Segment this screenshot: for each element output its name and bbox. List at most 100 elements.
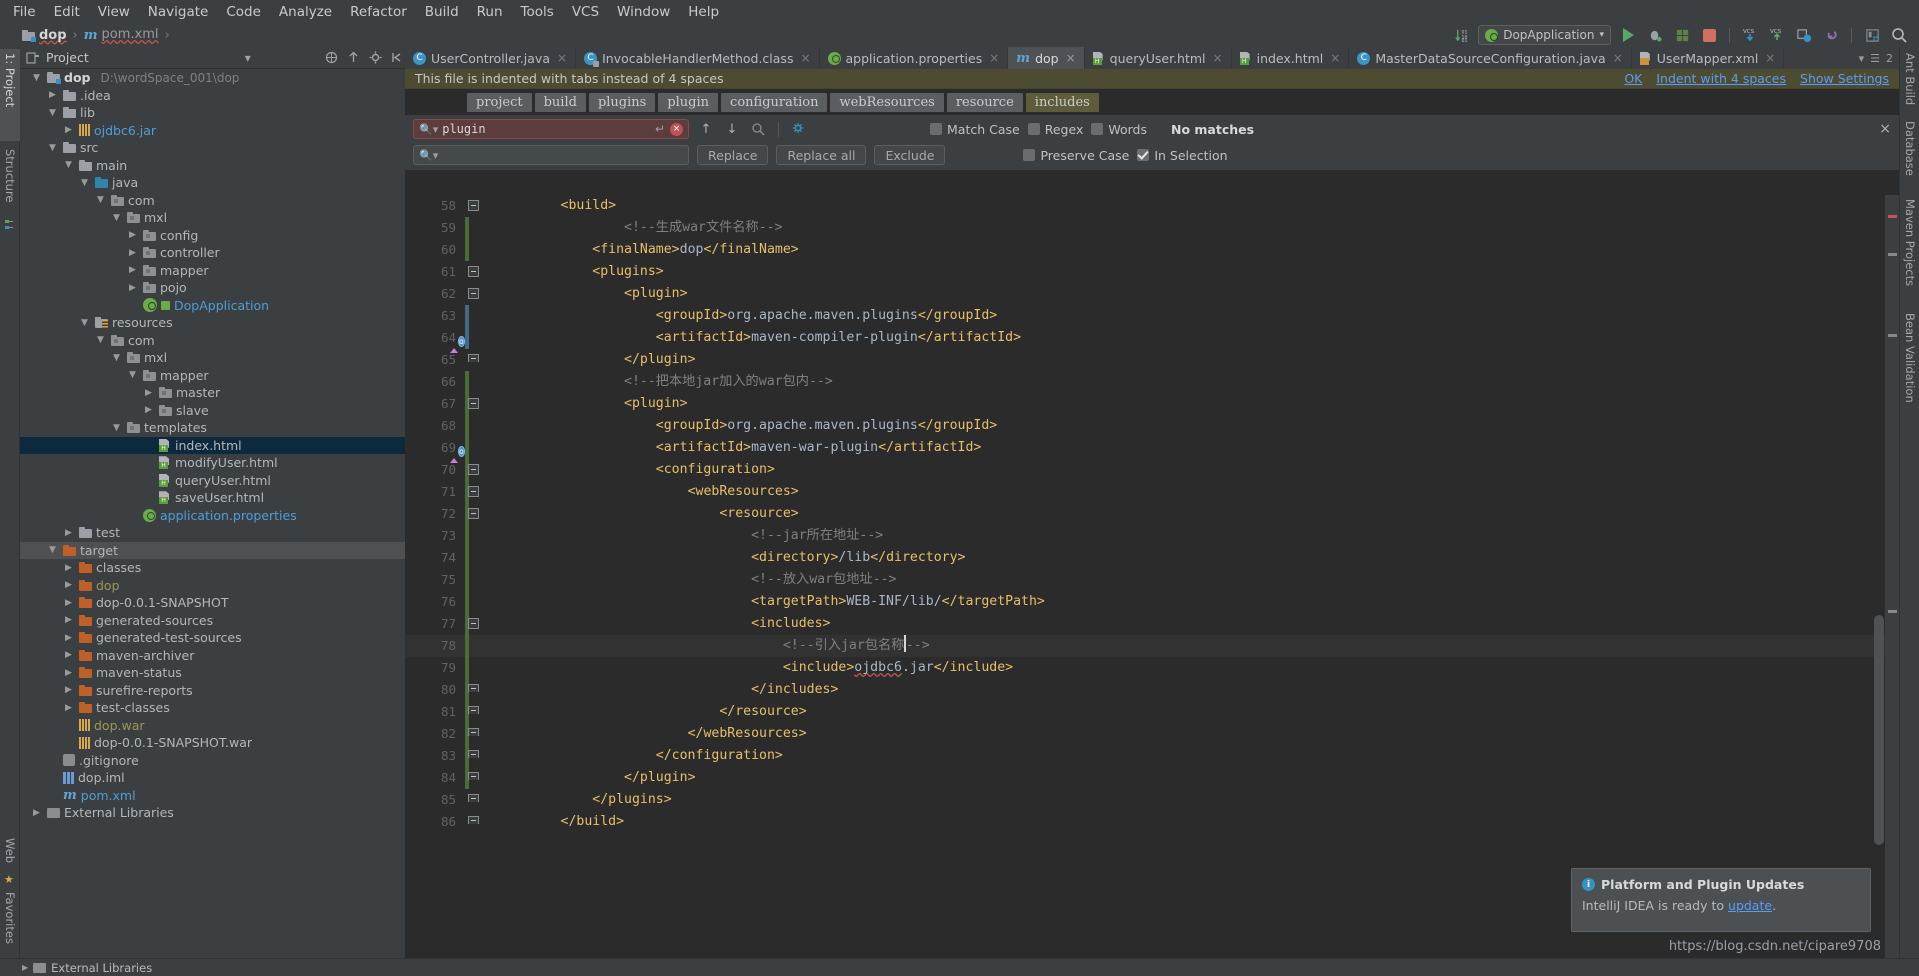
replace-button[interactable]: Replace [697,145,769,165]
code-line[interactable]: 66 <!--把本地jar加入的war包内--> [405,371,1899,393]
tree-row[interactable]: DopApplication [20,297,405,315]
code-line[interactable]: 69 o <artifactId>maven-war-plugin</artifa… [405,437,1899,463]
fold-collapse-icon[interactable] [468,398,479,409]
fold-gutter[interactable] [465,239,481,261]
code-line[interactable]: 85 </plugins> [405,789,1899,811]
tree-row[interactable]: ▶ test [20,524,405,542]
fold-gutter[interactable] [465,745,481,767]
run-icon[interactable] [1618,25,1638,45]
chevron-down-icon[interactable]: ▾ [1859,52,1865,65]
fold-gutter[interactable] [465,437,481,459]
fold-gutter[interactable] [465,195,481,217]
fold-collapse-icon[interactable] [468,464,479,475]
run-gutter-marker[interactable]: o [448,440,465,463]
vcs-commit-icon[interactable]: VCS [1767,25,1787,45]
code-line[interactable]: 74 <directory>/lib</directory> [405,547,1899,569]
code-line[interactable]: 84 </plugin> [405,767,1899,789]
tree-row[interactable]: ▶ mapper [20,262,405,280]
fold-gutter[interactable] [465,349,481,371]
tree-row[interactable]: ▶ pojo [20,279,405,297]
tree-row[interactable]: ▶ ojdbc6.jar [20,122,405,140]
chevron-right-icon[interactable]: ▶ [62,577,75,594]
tree-row[interactable]: ▼ dop D:\wordSpace_001\dop [20,69,405,87]
tree-row[interactable]: ▶ config [20,227,405,245]
close-tab-icon[interactable]: × [1613,51,1623,65]
tree-row[interactable]: ▶ .idea [20,87,405,105]
chevron-right-icon[interactable]: ▶ [126,227,139,244]
fold-gutter[interactable] [465,503,481,525]
tree-row[interactable]: ▼ com [20,332,405,350]
close-tab-icon[interactable]: × [1066,51,1076,65]
chevron-down-icon[interactable]: ▼ [94,332,107,349]
fold-end-icon[interactable] [468,750,479,758]
tool-tab-database[interactable]: Database [1900,117,1919,183]
stop-icon[interactable] [1699,25,1719,45]
tree-row-selected[interactable]: index.html [20,436,405,454]
code-line[interactable]: 60 <finalName>dop</finalName> [405,239,1899,261]
chevron-down-icon[interactable]: ▼ [62,157,75,174]
clear-search-icon[interactable]: × [670,122,683,136]
close-tab-icon[interactable]: × [1213,51,1223,65]
fold-gutter[interactable] [465,415,481,437]
find-prev-icon[interactable]: ↑ [697,120,715,138]
fold-gutter[interactable] [465,811,481,833]
chevron-down-icon[interactable]: ▾ [240,50,256,66]
fold-gutter[interactable] [465,261,481,283]
error-stripe[interactable] [1885,195,1899,958]
code-line[interactable]: 81 </resource> [405,701,1899,723]
tree-row[interactable]: saveUser.html [20,489,405,507]
chevron-down-icon[interactable]: ▼ [94,192,107,209]
run-coverage-icon[interactable] [1672,25,1692,45]
menu-code[interactable]: Code [217,2,270,22]
close-tab-icon[interactable]: × [1765,51,1775,65]
fold-gutter[interactable] [465,525,481,547]
exclude-button[interactable]: Exclude [874,145,946,165]
fold-collapse-icon[interactable] [468,486,479,497]
tree-row[interactable]: modifyUser.html [20,454,405,472]
tree-row[interactable]: ▶ surefire-reports [20,682,405,700]
code-line[interactable]: 86 </build> [405,811,1899,833]
xml-breadcrumb-chip-includes[interactable]: includes [1025,92,1099,112]
chevron-right-icon[interactable]: ▶ [126,244,139,261]
code-line[interactable]: 64 o <artifactId>maven-compiler-plugin</a… [405,327,1899,353]
chevron-down-icon[interactable]: ▼ [126,367,139,384]
fold-end-icon[interactable] [468,772,479,780]
chevron-right-icon[interactable]: ▶ [62,699,75,716]
chevron-right-icon[interactable]: ▶ [62,629,75,646]
tree-row[interactable]: .gitignore [20,752,405,770]
fold-gutter[interactable] [465,767,481,789]
tree-row[interactable]: queryUser.html [20,472,405,490]
editor-tab-usercontroller-java[interactable]: C UserController.java × [405,47,577,69]
gear-icon[interactable] [367,50,383,66]
code-line[interactable]: 82 </webResources> [405,723,1899,745]
fold-collapse-icon[interactable] [468,288,479,299]
chevron-right-icon[interactable]: ▶ [62,647,75,664]
tree-row[interactable]: ▼ src [20,139,405,157]
fold-gutter[interactable] [465,789,481,811]
tree-row[interactable]: ▶ controller [20,244,405,262]
tree-row[interactable]: ▶ maven-archiver [20,647,405,665]
xml-breadcrumb-chip-webresources[interactable]: webResources [830,92,944,112]
fold-end-icon[interactable] [468,706,479,714]
chevron-right-icon[interactable]: ▶ [142,384,155,401]
tree-row[interactable]: ▼ target [20,541,405,559]
close-tab-icon[interactable]: × [800,51,810,65]
chevron-right-icon[interactable]: ▶ [62,594,75,611]
menu-file[interactable]: File [4,2,45,22]
code-line[interactable]: 61 <plugins> [405,261,1899,283]
tool-tab-project[interactable]: 1: Project [0,49,20,141]
tree-row[interactable]: ▼ mapper [20,367,405,385]
tree-row[interactable]: ▼ main [20,157,405,175]
notification-ok-link[interactable]: OK [1624,71,1642,86]
find-in-selection-icon[interactable] [749,120,767,138]
menu-vcs[interactable]: VCS [563,2,608,22]
tree-row[interactable]: ▶ External Libraries [20,804,405,822]
tree-row[interactable]: application.properties [20,507,405,525]
chevron-down-icon[interactable]: ▼ [46,104,59,121]
search-input[interactable]: 🔍▾ plugin ↵ × [413,119,689,139]
hide-panel-icon[interactable] [389,50,405,66]
xml-breadcrumb-chip-project[interactable]: project [467,92,532,112]
tree-row[interactable]: ▶ classes [20,559,405,577]
tree-row[interactable]: ▼ lib [20,104,405,122]
tree-row[interactable]: ▼ mxl [20,349,405,367]
